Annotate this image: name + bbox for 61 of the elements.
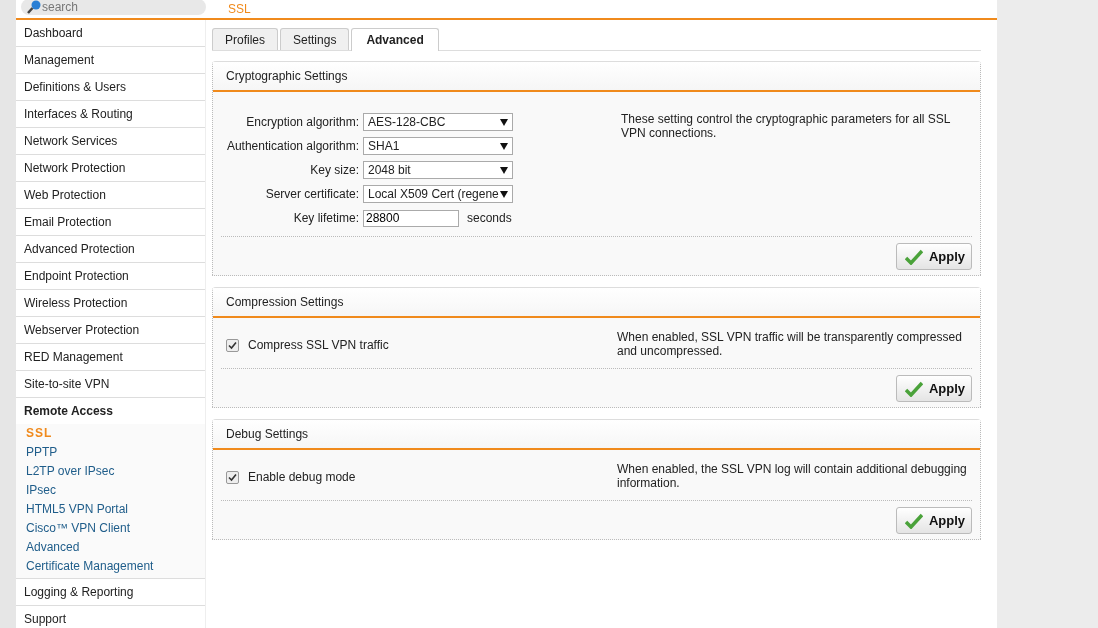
sidebar-subitem[interactable]: Advanced [16, 538, 205, 557]
sidebar-item[interactable]: Network Protection [16, 155, 205, 182]
checkmark-icon [904, 380, 923, 397]
sidebar-item[interactable]: Webserver Protection [16, 317, 205, 344]
description-text: These setting control the cryptographic parameters for all SSL VPN connections. [620, 111, 952, 142]
sidebar-subitem[interactable]: IPsec [16, 481, 205, 500]
checkbox[interactable] [226, 338, 239, 352]
dropdown[interactable]: 2048 bit [363, 161, 513, 179]
sidebar-item[interactable]: Logging & Reporting [16, 579, 205, 606]
checkbox-label: Enable debug mode [248, 470, 356, 484]
sidebar-item[interactable]: Web Protection [16, 182, 205, 209]
apply-button[interactable]: Apply [895, 243, 972, 270]
sidebar-item[interactable]: Advanced Protection [16, 236, 205, 263]
tab[interactable]: Profiles [212, 28, 278, 50]
apply-button[interactable]: Apply [895, 375, 972, 402]
sidebar-item[interactable]: Site-to-site VPN [16, 371, 205, 398]
panel-title: Cryptographic Settings [226, 69, 348, 83]
apply-button[interactable]: Apply [895, 507, 972, 534]
field-label: Encryption algorithm: [245, 115, 360, 129]
description-text: When enabled, the SSL VPN log will contain additional debugging information. [616, 461, 968, 492]
panel-title: Debug Settings [226, 427, 309, 441]
dropdown[interactable]: Local X509 Cert (regene [363, 185, 513, 203]
sidebar-subitem[interactable]: HTML5 VPN Portal [16, 500, 205, 519]
description-text: When enabled, SSL VPN traffic will be transparently compressed and uncompressed. [616, 329, 963, 360]
sidebar-item[interactable]: Remote Access [16, 398, 205, 424]
field-label: Key lifetime: [292, 211, 360, 225]
tab[interactable]: Advanced [351, 28, 439, 51]
sidebar-item[interactable]: Interfaces & Routing [16, 101, 205, 128]
sidebar-item[interactable]: Definitions & Users [16, 74, 205, 101]
checkbox-label: Compress SSL VPN traffic [248, 338, 389, 352]
dropdown-arrow-icon [500, 142, 508, 150]
sidebar-item[interactable]: RED Management [16, 344, 205, 371]
field-label: Server certificate: [264, 187, 360, 201]
sidebar-item[interactable]: Email Protection [16, 209, 205, 236]
page-title: SSL [227, 1, 251, 18]
dropdown-arrow-icon [500, 190, 508, 198]
sidebar-item[interactable]: Wireless Protection [16, 290, 205, 317]
unit-label: seconds [467, 211, 512, 225]
sidebar-item[interactable]: Dashboard [16, 20, 205, 47]
search-icon [26, 0, 42, 14]
sidebar-subitem[interactable]: L2TP over IPsec [16, 462, 205, 481]
sidebar-item[interactable]: Endpoint Protection [16, 263, 205, 290]
sidebar-subitem[interactable]: Certificate Management [16, 557, 205, 576]
field-label: Authentication algorithm: [225, 139, 360, 153]
checkbox[interactable] [226, 470, 239, 484]
sidebar-item[interactable]: Support [16, 606, 205, 628]
dropdown[interactable]: AES-128-CBC [363, 113, 513, 131]
dropdown-arrow-icon [500, 118, 508, 126]
checkmark-icon [904, 248, 923, 265]
tab[interactable]: Settings [280, 28, 350, 50]
sidebar-subitem[interactable]: PPTP [16, 443, 205, 462]
search-field[interactable]: search [21, 0, 206, 15]
input-field[interactable]: 28800 [363, 209, 459, 227]
field-label: Key size: [309, 163, 360, 177]
dropdown[interactable]: SHA1 [363, 137, 513, 155]
dropdown-arrow-icon [500, 166, 508, 174]
checkmark-icon [904, 512, 923, 529]
sidebar-item[interactable]: Management [16, 47, 205, 74]
sidebar-item[interactable]: Network Services [16, 128, 205, 155]
panel-title: Compression Settings [226, 295, 344, 309]
sidebar-subitem[interactable]: Cisco™ VPN Client [16, 519, 205, 538]
